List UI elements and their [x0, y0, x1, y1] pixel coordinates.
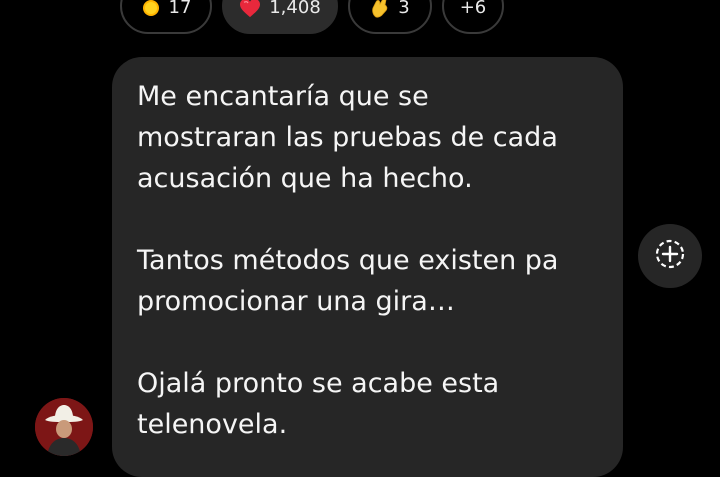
reaction-chip-sun[interactable]: 17: [120, 0, 212, 34]
add-reaction-button[interactable]: [638, 224, 702, 288]
reaction-chip-heart[interactable]: 1,408: [222, 0, 338, 34]
reaction-count: 3: [398, 0, 410, 18]
message-paragraph: Tantos métodos que existen pa promociona…: [137, 245, 559, 317]
message-bubble[interactable]: Me encantaría que se mostraran las prueb…: [112, 57, 623, 477]
reaction-count: 17: [168, 0, 192, 18]
user-avatar[interactable]: [35, 398, 93, 456]
red-heart-emoji-icon: [239, 0, 261, 18]
reaction-count: 1,408: [269, 0, 321, 18]
add-reaction-icon: [653, 237, 687, 275]
reactions-bar: 17 1,408 3 +6: [120, 0, 504, 34]
sun-emoji-icon: [141, 0, 161, 18]
more-reactions-button[interactable]: +6: [442, 0, 504, 34]
message-paragraph: Ojalá pronto se acabe esta telenovela.: [137, 368, 500, 440]
message-paragraph: Me encantaría que se mostraran las prueb…: [137, 81, 558, 194]
more-reactions-label: +6: [459, 0, 487, 18]
pinching-hand-emoji-icon: [370, 0, 390, 18]
reaction-chip-pinch[interactable]: 3: [348, 0, 432, 34]
